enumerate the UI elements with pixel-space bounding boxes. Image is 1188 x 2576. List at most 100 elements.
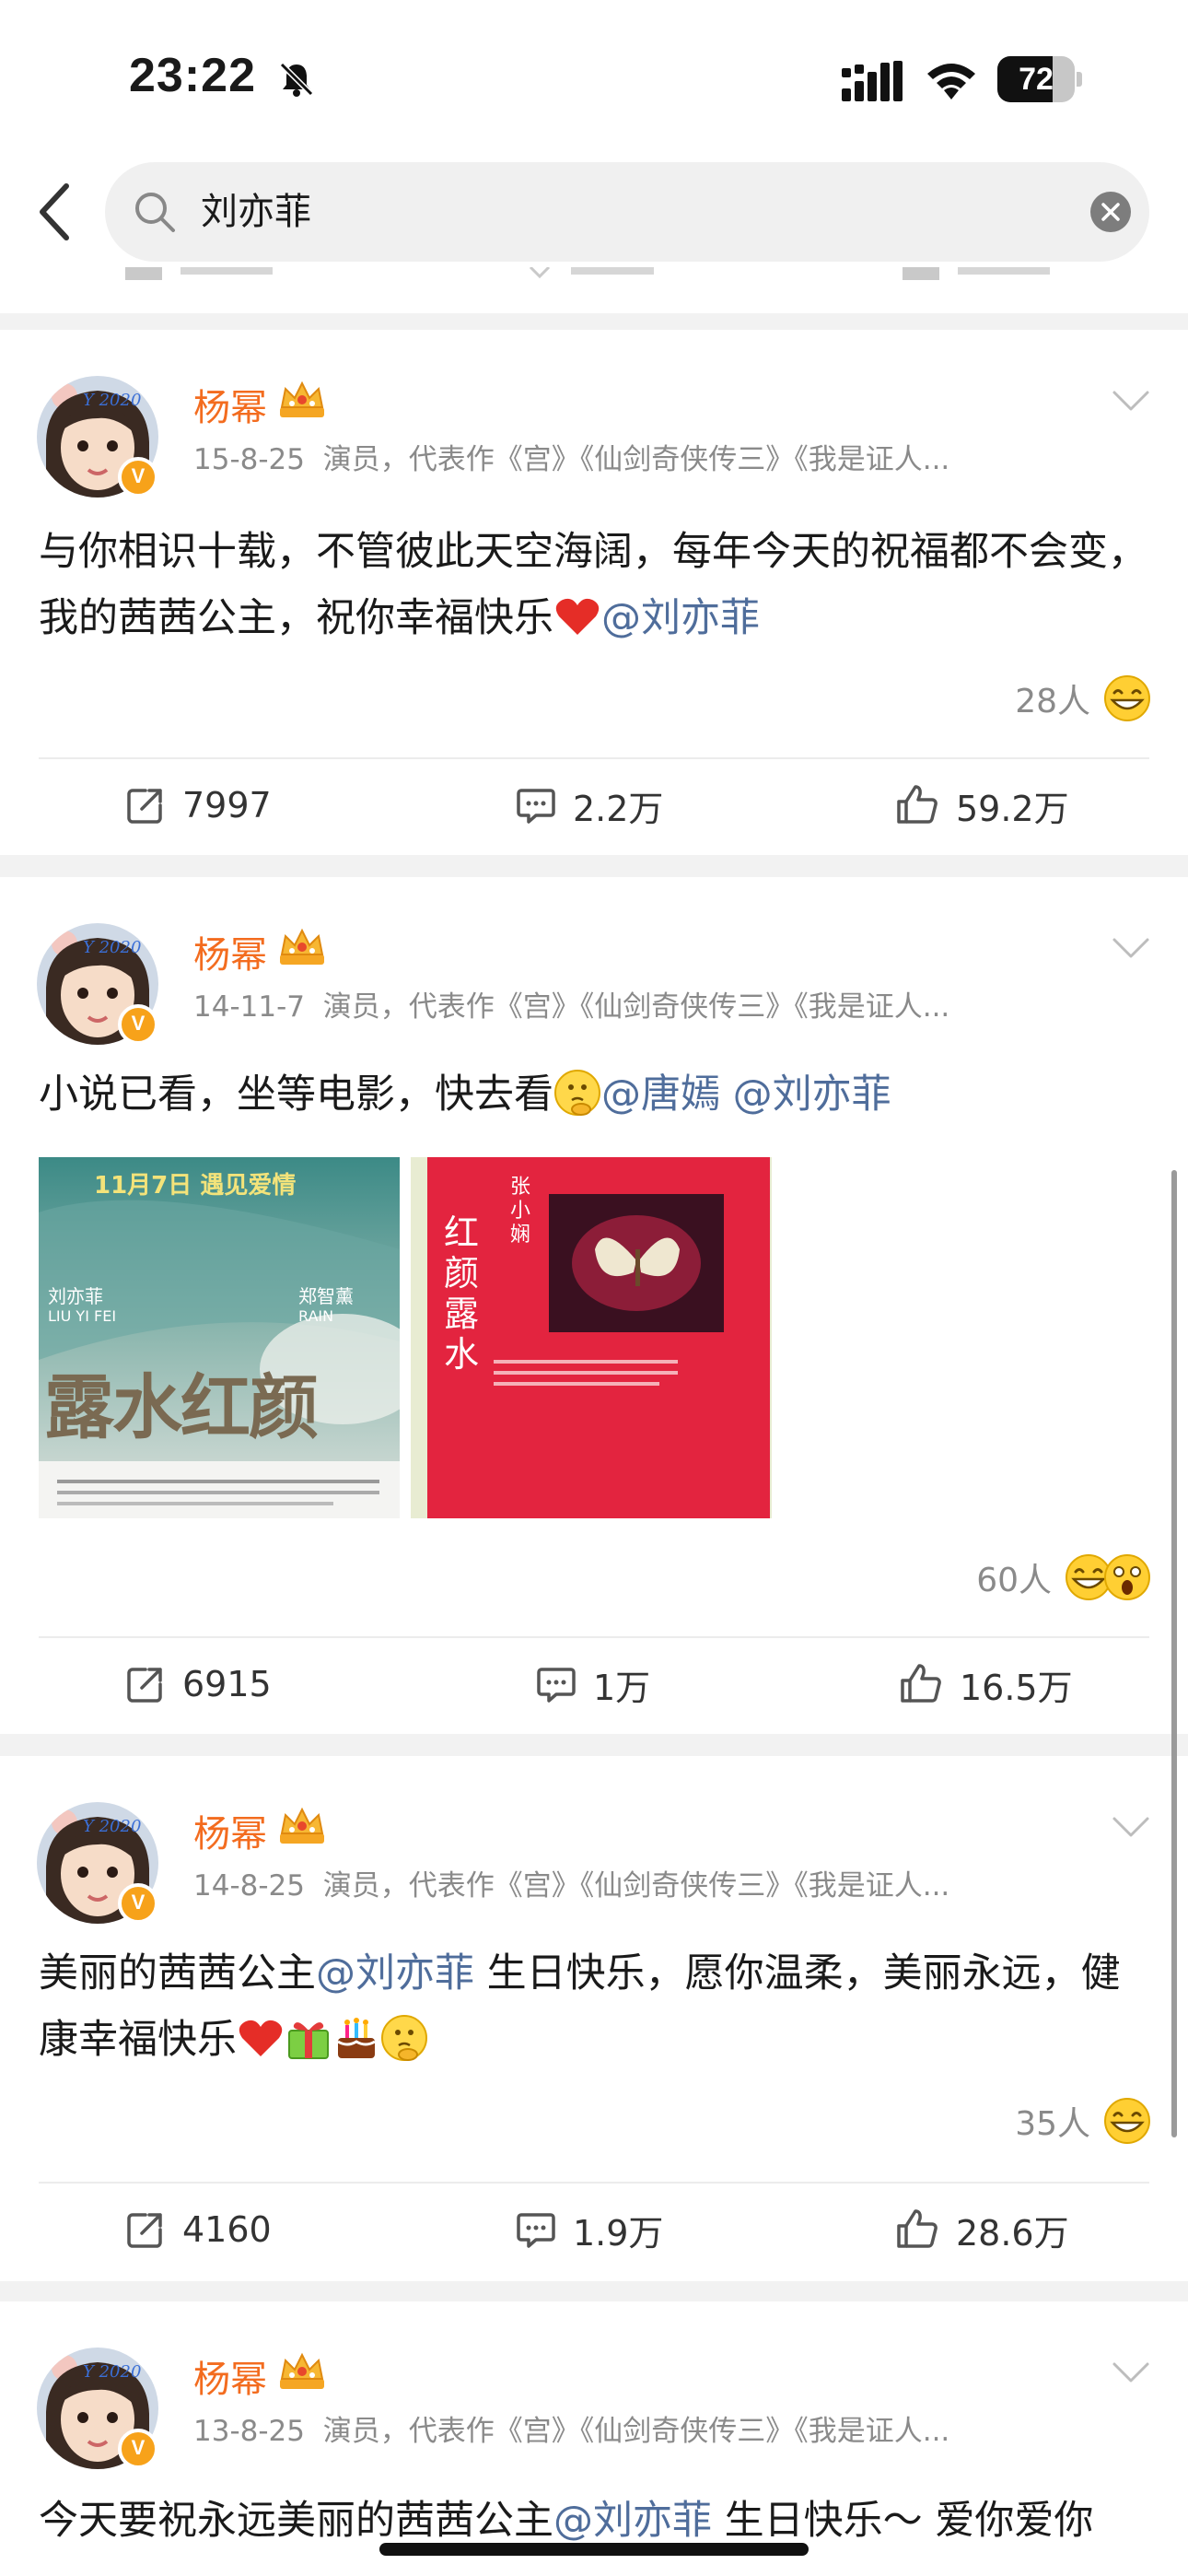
wifi-icon <box>927 64 975 100</box>
chevron-down-icon[interactable] <box>1111 387 1151 415</box>
verified-badge-icon: V <box>118 457 158 498</box>
like-count: 59.2万 <box>956 788 1069 829</box>
post-text: 与你相识十载，不管彼此天空海阔，每年今天的祝福都不会变，我的茜茜公主，祝你幸福快… <box>39 519 1153 651</box>
comment-icon <box>516 2209 556 2250</box>
post-text: 美丽的茜茜公主@刘亦菲 生日快乐，愿你温柔，美丽永远，健康幸福快乐 <box>39 1940 1153 2073</box>
post-text-part: 今天要祝永远美丽的茜茜公主 <box>39 2498 553 2544</box>
verified-badge-icon: V <box>118 1004 158 1045</box>
search-bar[interactable] <box>105 162 1149 262</box>
chevron-down-icon[interactable] <box>1111 934 1151 962</box>
thinking-emoji-icon <box>380 2014 428 2062</box>
post-date: 15-8-25 <box>193 443 305 476</box>
mention-link[interactable]: @刘亦菲 <box>601 595 760 641</box>
thinking-emoji-icon <box>553 1069 601 1117</box>
mention-link[interactable]: @刘亦菲 <box>316 1950 474 1996</box>
poster-actor-name-en: RAIN <box>298 1307 334 1325</box>
chevron-left-icon[interactable] <box>28 175 83 249</box>
home-indicator[interactable] <box>379 2543 809 2556</box>
reaction-summary[interactable]: 60人 <box>976 1550 1151 1605</box>
repost-button[interactable]: 7997 <box>125 759 272 851</box>
crown-icon <box>276 1806 328 1846</box>
poster-actor-name: 刘亦菲 <box>48 1285 103 1307</box>
user-description: 演员，代表作《宫》《仙剑奇侠传三》《我是证人... <box>322 443 950 476</box>
verified-badge-icon: V <box>118 2429 158 2469</box>
username[interactable]: 杨幂 <box>193 925 267 978</box>
reaction-count: 60人 <box>976 1562 1052 1599</box>
post-actions: 7997 2.2万 59.2万 <box>0 759 1188 851</box>
scrollbar[interactable] <box>1171 1170 1177 2137</box>
username[interactable]: 杨幂 <box>193 378 267 431</box>
repost-button[interactable]: 4160 <box>125 2184 272 2276</box>
post-date: 13-8-25 <box>193 2415 305 2448</box>
avatar[interactable]: V <box>37 923 158 1045</box>
crown-icon <box>276 380 328 420</box>
post-text: 小说已看，坐等电影，快去看 @唐嫣 @刘亦菲 <box>39 1061 1153 1128</box>
repost-icon <box>125 1664 166 1704</box>
poster-title: 露水红颜 <box>44 1366 319 1448</box>
post-actions: 4160 1.9万 28.6万 <box>0 2184 1188 2276</box>
reaction-summary[interactable]: 35人 <box>1015 2093 1151 2149</box>
avatar[interactable]: V <box>37 376 158 498</box>
like-icon <box>895 2207 939 2252</box>
post-image-movie-poster[interactable]: 11月7日 遇见爱情 刘亦菲 LIU YI FEI 郑智薰 RAIN 露水红颜 <box>39 1157 400 1518</box>
avatar[interactable]: V <box>37 1802 158 1924</box>
repost-button[interactable]: 6915 <box>125 1638 272 1730</box>
verified-badge-icon: V <box>118 1883 158 1924</box>
user-description: 演员，代表作《宫》《仙剑奇侠传三》《我是证人... <box>322 2415 950 2448</box>
post-text-part: 小说已看，坐等电影，快去看 <box>39 1071 553 1118</box>
like-button[interactable]: 28.6万 <box>895 2184 1069 2276</box>
post-image-book-cover[interactable]: 红颜露水 张小娴 <box>411 1157 772 1518</box>
search-icon <box>135 193 175 232</box>
clear-icon[interactable] <box>1090 192 1131 232</box>
chevron-down-icon[interactable] <box>1111 1813 1151 1841</box>
comment-count: 2.2万 <box>573 788 664 829</box>
mention-link[interactable]: @唐嫣 <box>601 1071 720 1118</box>
gift-emoji-icon <box>285 2014 332 2062</box>
mention-link[interactable]: @刘亦菲 <box>733 1071 891 1118</box>
status-time: 23:22 <box>129 49 256 102</box>
search-input[interactable] <box>201 162 1030 262</box>
repost-icon <box>125 2209 166 2250</box>
reaction-summary[interactable]: 28人 <box>1015 671 1151 726</box>
crown-icon <box>276 2351 328 2392</box>
repost-count: 4160 <box>182 2209 272 2250</box>
poster-actor-name: 郑智薰 <box>298 1285 354 1307</box>
user-description: 演员，代表作《宫》《仙剑奇侠传三》《我是证人... <box>322 990 950 1024</box>
user-description: 演员，代表作《宫》《仙剑奇侠传三》《我是证人... <box>322 1869 950 1903</box>
repost-count: 6915 <box>182 1664 272 1704</box>
post-meta: 13-8-25 演员，代表作《宫》《仙剑奇侠传三》《我是证人... <box>193 2407 1059 2449</box>
reaction-count: 35人 <box>1015 2105 1090 2143</box>
status-bar: 23:22 72 <box>0 0 1188 157</box>
mention-link[interactable]: @刘亦菲 <box>553 2498 712 2544</box>
reaction-count: 28人 <box>1015 683 1090 720</box>
like-button[interactable]: 16.5万 <box>899 1638 1073 1730</box>
post-card[interactable]: V 杨幂 15-8-25 演员，代表作《宫》《仙剑奇侠传三》《我是证人... 与… <box>0 330 1188 855</box>
comment-button[interactable]: 2.2万 <box>516 759 663 851</box>
comment-button[interactable]: 1万 <box>536 1638 650 1730</box>
book-title: 红颜露水 <box>444 1212 480 1375</box>
comment-icon <box>536 1664 577 1704</box>
book-author: 张小娴 <box>510 1176 531 1247</box>
post-text-part: 生日快乐～ 爱你爱你 <box>724 2498 1094 2544</box>
grin-emoji-icon <box>1103 674 1151 722</box>
comment-icon <box>516 785 556 825</box>
repost-icon <box>125 785 166 825</box>
post-actions: 6915 1万 16.5万 <box>0 1638 1188 1730</box>
poster-actor-name-en: LIU YI FEI <box>48 1307 117 1325</box>
post-card[interactable]: V 杨幂 13-8-25 演员，代表作《宫》《仙剑奇侠传三》《我是证人... 今… <box>0 2301 1188 2576</box>
battery-indicator: 72 <box>997 56 1082 102</box>
like-button[interactable]: 59.2万 <box>895 759 1069 851</box>
post-card[interactable]: V 杨幂 14-11-7 演员，代表作《宫》《仙剑奇侠传三》《我是证人... 小… <box>0 877 1188 1734</box>
search-header <box>0 157 1188 313</box>
post-card[interactable]: V 杨幂 14-8-25 演员，代表作《宫》《仙剑奇侠传三》《我是证人... 美… <box>0 1756 1188 2281</box>
like-count: 16.5万 <box>960 1667 1073 1708</box>
comment-button[interactable]: 1.9万 <box>516 2184 663 2276</box>
chevron-down-icon[interactable] <box>1111 2359 1151 2386</box>
avatar[interactable]: V <box>37 2348 158 2469</box>
cellular-signal-icon <box>842 61 903 101</box>
grin-emoji-icon <box>1103 2097 1151 2145</box>
cake-emoji-icon <box>332 2014 380 2062</box>
crown-icon <box>276 927 328 967</box>
username[interactable]: 杨幂 <box>193 2349 267 2403</box>
username[interactable]: 杨幂 <box>193 1804 267 1857</box>
